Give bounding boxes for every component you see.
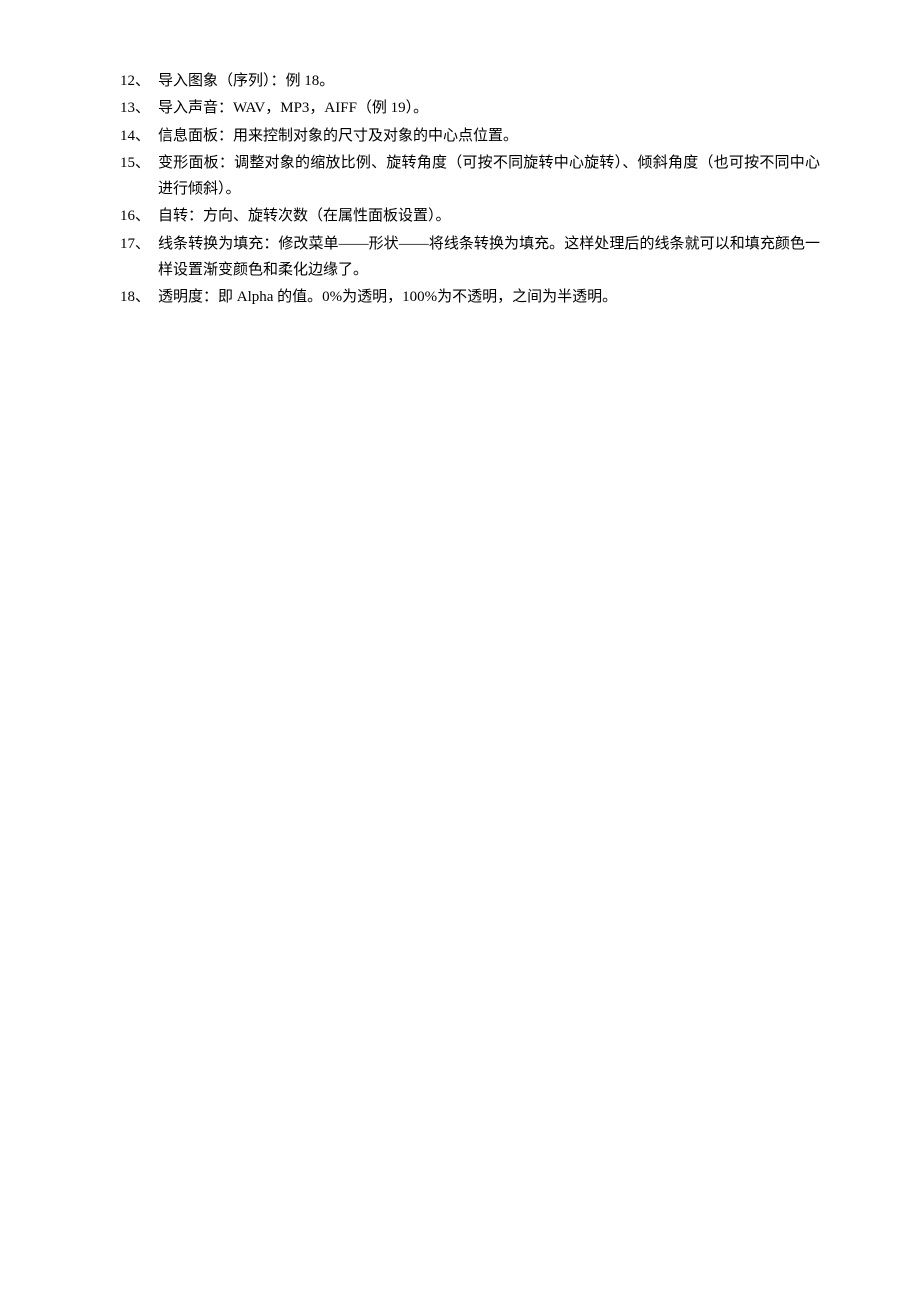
item-number: 13、 bbox=[120, 95, 158, 121]
item-text: 信息面板：用来控制对象的尺寸及对象的中心点位置。 bbox=[158, 123, 820, 149]
item-text: 导入图象（序列）：例 18。 bbox=[158, 68, 820, 94]
item-text: 自转：方向、旋转次数（在属性面板设置）。 bbox=[158, 203, 820, 229]
list-item: 15、 变形面板：调整对象的缩放比例、旋转角度（可按不同旋转中心旋转）、倾斜角度… bbox=[120, 150, 820, 203]
item-number: 12、 bbox=[120, 68, 158, 94]
list-item: 17、 线条转换为填充：修改菜单——形状——将线条转换为填充。这样处理后的线条就… bbox=[120, 231, 820, 284]
list-item: 13、 导入声音：WAV，MP3，AIFF（例 19）。 bbox=[120, 95, 820, 121]
item-text: 变形面板：调整对象的缩放比例、旋转角度（可按不同旋转中心旋转）、倾斜角度（也可按… bbox=[158, 150, 820, 203]
list-item: 14、 信息面板：用来控制对象的尺寸及对象的中心点位置。 bbox=[120, 123, 820, 149]
item-number: 16、 bbox=[120, 203, 158, 229]
item-number: 15、 bbox=[120, 150, 158, 203]
numbered-list: 12、 导入图象（序列）：例 18。 13、 导入声音：WAV，MP3，AIFF… bbox=[120, 68, 820, 310]
item-number: 14、 bbox=[120, 123, 158, 149]
list-item: 18、 透明度：即 Alpha 的值。0%为透明，100%为不透明，之间为半透明… bbox=[120, 284, 820, 310]
item-text: 透明度：即 Alpha 的值。0%为透明，100%为不透明，之间为半透明。 bbox=[158, 284, 820, 310]
list-item: 16、 自转：方向、旋转次数（在属性面板设置）。 bbox=[120, 203, 820, 229]
item-number: 18、 bbox=[120, 284, 158, 310]
item-text: 导入声音：WAV，MP3，AIFF（例 19）。 bbox=[158, 95, 820, 121]
item-text: 线条转换为填充：修改菜单——形状——将线条转换为填充。这样处理后的线条就可以和填… bbox=[158, 231, 820, 284]
list-item: 12、 导入图象（序列）：例 18。 bbox=[120, 68, 820, 94]
item-number: 17、 bbox=[120, 231, 158, 284]
